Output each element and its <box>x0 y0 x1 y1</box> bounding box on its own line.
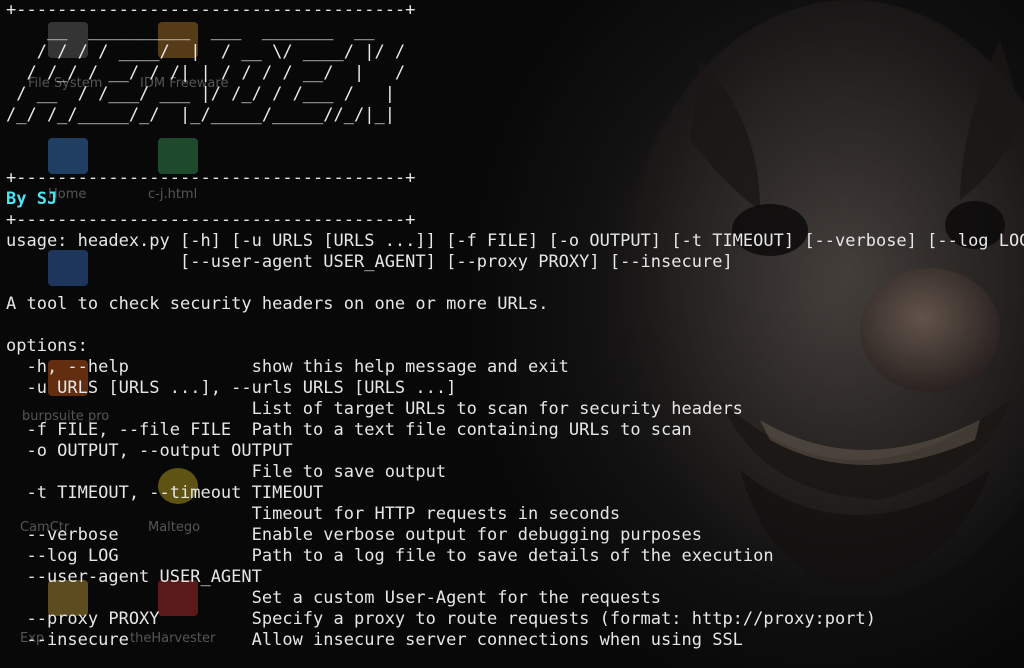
option-line: Timeout for HTTP requests in seconds <box>6 504 621 524</box>
option-line: -o OUTPUT, --output OUTPUT <box>6 441 293 461</box>
ascii-banner-line: / / / / ____/ | / __ \/ ____/ |/ / <box>6 42 406 62</box>
options-heading: options: <box>6 336 88 356</box>
author-credit: By SJ <box>6 189 58 209</box>
author-border: +--------------------------------------+ <box>6 210 416 230</box>
terminal-output[interactable]: +--------------------------------------+… <box>6 0 1024 668</box>
option-line: --insecure Allow insecure server connect… <box>6 630 743 650</box>
usage-line: usage: headex.py [-h] [-u URLS [URLS ...… <box>6 231 1024 251</box>
option-line: -t TIMEOUT, --timeout TIMEOUT <box>6 483 324 503</box>
option-line: --user-agent USER_AGENT <box>6 567 262 587</box>
option-line: -u URLS [URLS ...], --urls URLS [URLS ..… <box>6 378 457 398</box>
ascii-banner-line: / __ / /___/ ___ |/ /_/ / /___ / | <box>6 84 395 104</box>
option-line: List of target URLs to scan for security… <box>6 399 743 419</box>
tool-description: A tool to check security headers on one … <box>6 294 549 314</box>
desktop-screen: File System IDM Freeware Home c-j.html b… <box>0 0 1024 668</box>
option-line: --proxy PROXY Specify a proxy to route r… <box>6 609 876 629</box>
ascii-banner-line: /_/ /_/_____/_/ |_/_____/_____//_/|_| <box>6 105 395 125</box>
option-line: --verbose Enable verbose output for debu… <box>6 525 702 545</box>
banner-border-top: +--------------------------------------+ <box>6 0 416 20</box>
usage-line-continued: [--user-agent USER_AGENT] [--proxy PROXY… <box>6 252 733 272</box>
option-line: File to save output <box>6 462 447 482</box>
option-line: -h, --help show this help message and ex… <box>6 357 569 377</box>
option-line: --log LOG Path to a log file to save det… <box>6 546 774 566</box>
ascii-banner-line: __ __________ ___ _______ __ <box>6 21 375 41</box>
ascii-banner-line: / /_/ / __/ / /| | / / / / __/ | / <box>6 63 406 83</box>
option-line: Set a custom User-Agent for the requests <box>6 588 662 608</box>
banner-border-bottom: +--------------------------------------+ <box>6 168 416 188</box>
option-line: -f FILE, --file FILE Path to a text file… <box>6 420 692 440</box>
